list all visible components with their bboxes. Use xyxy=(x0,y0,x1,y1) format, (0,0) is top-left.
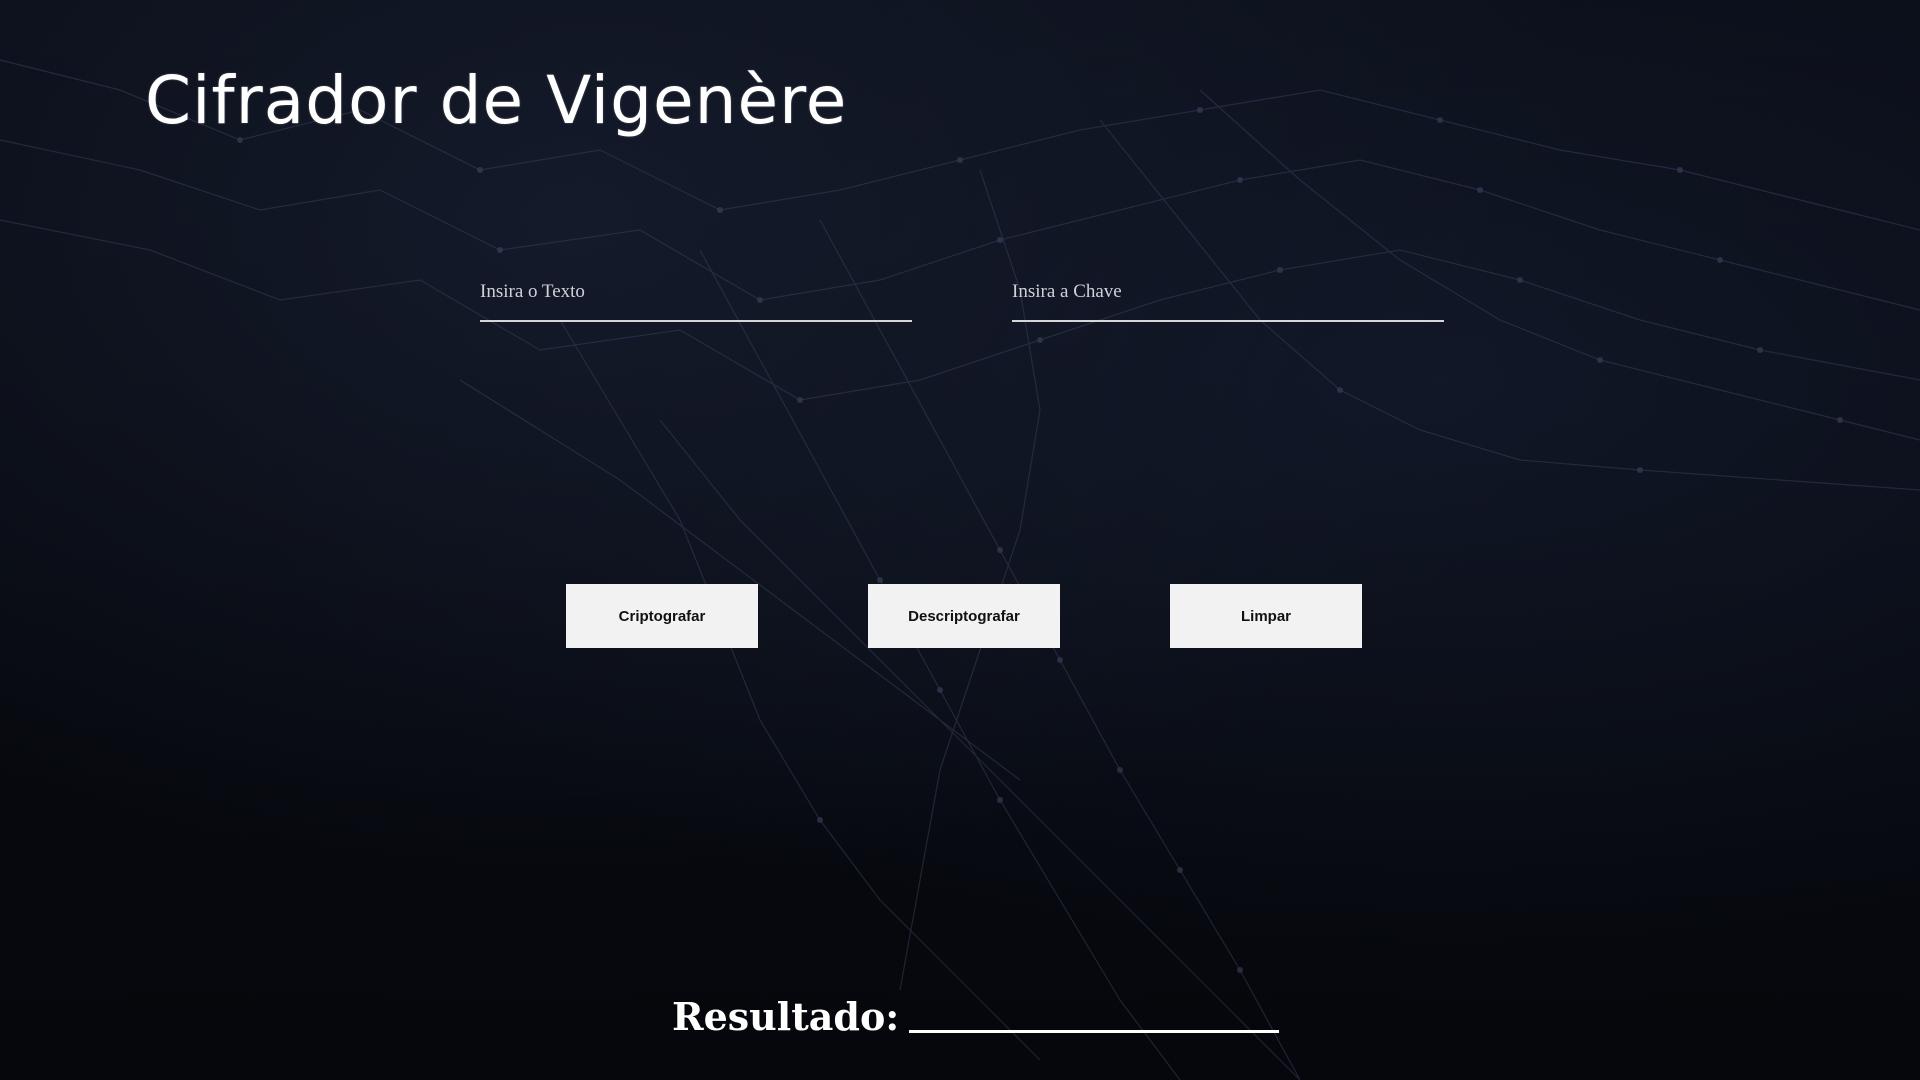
result-output xyxy=(909,1028,1280,1033)
key-input[interactable] xyxy=(1012,270,1444,322)
app-canvas: Cifrador de Vigenère Criptografar Descri… xyxy=(0,0,1920,1080)
decrypt-button[interactable]: Descriptografar xyxy=(868,584,1060,648)
network-background-image xyxy=(0,59,1920,1080)
clear-button[interactable]: Limpar xyxy=(1170,584,1362,648)
page-title: Cifrador de Vigenère xyxy=(145,62,848,139)
text-input[interactable] xyxy=(480,270,912,322)
result-section: Resultado: xyxy=(672,994,1280,1039)
encrypt-button[interactable]: Criptografar xyxy=(566,584,758,648)
result-label: Resultado: xyxy=(672,994,900,1039)
